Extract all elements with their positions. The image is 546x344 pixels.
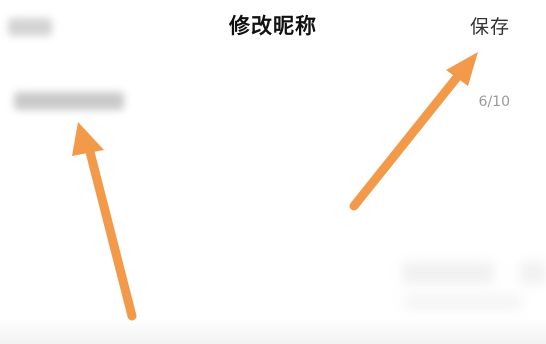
save-button[interactable]: 保存 xyxy=(470,12,510,39)
nickname-input[interactable] xyxy=(10,86,140,114)
blurred-content xyxy=(520,262,546,284)
edit-nickname-screen: 修改昵称 保存 6/10 xyxy=(0,0,546,344)
blurred-content xyxy=(404,294,522,310)
bottom-fade xyxy=(0,318,546,344)
arrow-to-save-button xyxy=(349,52,478,211)
character-counter: 6/10 xyxy=(478,94,510,110)
blurred-content xyxy=(402,262,494,284)
top-bar: 修改昵称 保存 xyxy=(0,0,546,56)
page-title: 修改昵称 xyxy=(229,13,317,38)
nickname-input-value xyxy=(14,92,124,110)
arrow-to-nickname-input xyxy=(72,122,137,321)
